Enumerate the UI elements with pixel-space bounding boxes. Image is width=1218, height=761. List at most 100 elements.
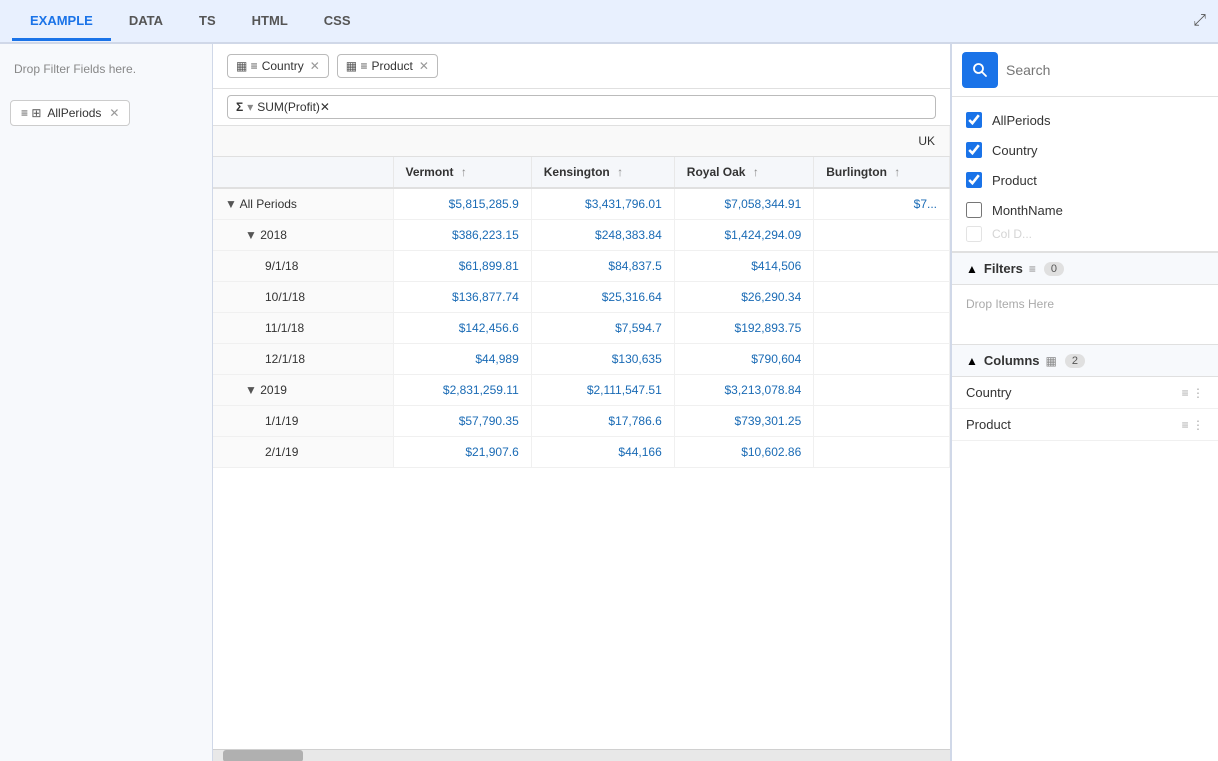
row-label-2_1_19: 2/1/19 bbox=[213, 437, 393, 468]
columns-chevron-icon: ▲ bbox=[966, 354, 978, 368]
checkbox-country-input[interactable] bbox=[966, 142, 982, 158]
cell-12_1_18-royal_oak: $790,604 bbox=[674, 344, 813, 375]
sum-chip[interactable]: Σ ▾ SUM(Profit) ✕ bbox=[227, 95, 936, 119]
cell-10_1_18-vermont: $136,877.74 bbox=[393, 282, 531, 313]
checkbox-product[interactable]: Product bbox=[952, 165, 1218, 195]
cell-2019-royal_oak: $3,213,078.84 bbox=[674, 375, 813, 406]
filters-title: Filters bbox=[984, 261, 1023, 276]
tab-example[interactable]: EXAMPLE bbox=[12, 3, 111, 41]
row-label-12_1_18: 12/1/18 bbox=[213, 344, 393, 375]
cell-11_1_18-burlington bbox=[814, 313, 950, 344]
row-label-2019: ▼ 2019 bbox=[213, 375, 393, 406]
table-row: ▼ All Periods$5,815,285.9$3,431,796.01 $7… bbox=[213, 188, 950, 220]
all-periods-badge[interactable]: ≡ ⊞ AllPeriods ✕ bbox=[10, 100, 130, 126]
cell-all_periods-kensington: $3,431,796.01 bbox=[531, 188, 674, 220]
cell-9_1_18-burlington bbox=[814, 251, 950, 282]
cell-12_1_18-vermont: $44,989 bbox=[393, 344, 531, 375]
country-chip[interactable]: ▦ ≡ Country ✕ bbox=[227, 54, 329, 78]
column-item-country[interactable]: Country ≡ ⋮ bbox=[952, 377, 1218, 409]
burlington-sort-icon: ↑ bbox=[894, 165, 900, 179]
kensington-sort-icon: ↑ bbox=[617, 165, 623, 179]
vermont-sort-icon: ↑ bbox=[461, 165, 467, 179]
sum-dropdown-icon: ▾ bbox=[247, 100, 253, 114]
cell-2018-vermont: $386,223.15 bbox=[393, 220, 531, 251]
cell-2_1_19-kensington: $44,166 bbox=[531, 437, 674, 468]
filter-bar: ▦ ≡ Country ✕ ▦ ≡ Product ✕ bbox=[213, 44, 950, 89]
main-layout: Drop Filter Fields here. ≡ ⊞ AllPeriods … bbox=[0, 44, 1218, 761]
tab-data[interactable]: DATA bbox=[111, 3, 181, 41]
pivot-table: UK Vermont ↑ Kensington ↑ Roya bbox=[213, 126, 950, 468]
checkbox-list: AllPeriods Country Product MonthName Col… bbox=[952, 97, 1218, 252]
kensington-header[interactable]: Kensington ↑ bbox=[531, 157, 674, 189]
cell-12_1_18-kensington: $130,635 bbox=[531, 344, 674, 375]
expand-icon[interactable]: ⤢ bbox=[1193, 12, 1206, 30]
tab-css[interactable]: CSS bbox=[306, 3, 369, 41]
cell-2_1_19-royal_oak: $10,602.86 bbox=[674, 437, 813, 468]
bottom-scrollbar[interactable] bbox=[213, 749, 950, 761]
country-chip-icon: ▦ ≡ bbox=[236, 59, 258, 73]
cell-all_periods-vermont: $5,815,285.9 bbox=[393, 188, 531, 220]
table-row: 1/1/19$57,790.35$17,786.6$739,301.25 bbox=[213, 406, 950, 437]
sum-chip-close-icon[interactable]: ✕ bbox=[320, 100, 330, 114]
uk-label: UK bbox=[213, 126, 950, 157]
tab-html[interactable]: HTML bbox=[234, 3, 306, 41]
cell-1_1_19-burlington bbox=[814, 406, 950, 437]
partial-checkbox-input[interactable] bbox=[966, 226, 982, 242]
vermont-header[interactable]: Vermont ↑ bbox=[393, 157, 531, 189]
checkbox-country-label: Country bbox=[992, 143, 1038, 158]
table-row: 12/1/18$44,989$130,635$790,604 bbox=[213, 344, 950, 375]
filters-icon: ≡ bbox=[1029, 262, 1036, 276]
product-chip-close-icon[interactable]: ✕ bbox=[419, 59, 429, 73]
filters-section-header[interactable]: ▲ Filters ≡ 0 bbox=[952, 252, 1218, 285]
column-country-icons: ≡ ⋮ bbox=[1182, 386, 1204, 400]
columns-section-header[interactable]: ▲ Columns ▦ 2 bbox=[952, 345, 1218, 377]
search-input[interactable] bbox=[1006, 58, 1208, 82]
column-country-label: Country bbox=[966, 385, 1182, 400]
drop-filter-text: Drop Filter Fields here. bbox=[10, 58, 202, 80]
column-product-icons: ≡ ⋮ bbox=[1182, 418, 1204, 432]
sum-label: SUM(Profit) bbox=[257, 100, 320, 114]
columns-icon: ▦ bbox=[1046, 354, 1057, 368]
row-header bbox=[213, 157, 393, 189]
cell-10_1_18-burlington bbox=[814, 282, 950, 313]
column-product-label: Product bbox=[966, 417, 1182, 432]
close-all-periods-icon[interactable]: ✕ bbox=[109, 106, 119, 120]
cell-2_1_19-burlington bbox=[814, 437, 950, 468]
country-chip-close-icon[interactable]: ✕ bbox=[310, 59, 320, 73]
product-chip-label: Product bbox=[371, 59, 412, 73]
checkbox-month-name-label: MonthName bbox=[992, 203, 1063, 218]
lines-icon: ≡ ⊞ bbox=[21, 106, 41, 120]
cell-12_1_18-burlington bbox=[814, 344, 950, 375]
table-area[interactable]: UK Vermont ↑ Kensington ↑ Roya bbox=[213, 126, 950, 749]
table-row: 2/1/19$21,907.6$44,166$10,602.86 bbox=[213, 437, 950, 468]
checkbox-all-periods[interactable]: AllPeriods bbox=[952, 105, 1218, 135]
cell-2_1_19-vermont: $21,907.6 bbox=[393, 437, 531, 468]
checkbox-month-name-input[interactable] bbox=[966, 202, 982, 218]
bottom-scroll-thumb[interactable] bbox=[223, 750, 303, 761]
row-label-all_periods: ▼ All Periods bbox=[213, 188, 393, 220]
sigma-icon: Σ bbox=[236, 100, 243, 114]
product-chip[interactable]: ▦ ≡ Product ✕ bbox=[337, 54, 438, 78]
cell-1_1_19-vermont: $57,790.35 bbox=[393, 406, 531, 437]
tab-ts[interactable]: TS bbox=[181, 3, 234, 41]
product-chip-icon: ▦ ≡ bbox=[346, 59, 368, 73]
search-icon-button[interactable] bbox=[962, 52, 998, 88]
burlington-header[interactable]: Burlington ↑ bbox=[814, 157, 950, 189]
cell-11_1_18-vermont: $142,456.6 bbox=[393, 313, 531, 344]
left-sidebar: Drop Filter Fields here. ≡ ⊞ AllPeriods … bbox=[0, 44, 213, 761]
country-chip-label: Country bbox=[262, 59, 304, 73]
row-label-9_1_18: 9/1/18 bbox=[213, 251, 393, 282]
checkbox-country[interactable]: Country bbox=[952, 135, 1218, 165]
checkbox-month-name[interactable]: MonthName bbox=[952, 195, 1218, 225]
all-periods-label: AllPeriods bbox=[47, 106, 101, 120]
checkbox-all-periods-label: AllPeriods bbox=[992, 113, 1051, 128]
cell-9_1_18-vermont: $61,899.81 bbox=[393, 251, 531, 282]
checkbox-product-input[interactable] bbox=[966, 172, 982, 188]
partial-item-label: Col D... bbox=[992, 227, 1032, 241]
filters-chevron-icon: ▲ bbox=[966, 262, 978, 276]
royal-oak-header[interactable]: Royal Oak ↑ bbox=[674, 157, 813, 189]
cell-all_periods-burlington: $7... bbox=[814, 188, 950, 220]
column-item-product[interactable]: Product ≡ ⋮ bbox=[952, 409, 1218, 441]
row-label-10_1_18: 10/1/18 bbox=[213, 282, 393, 313]
checkbox-all-periods-input[interactable] bbox=[966, 112, 982, 128]
